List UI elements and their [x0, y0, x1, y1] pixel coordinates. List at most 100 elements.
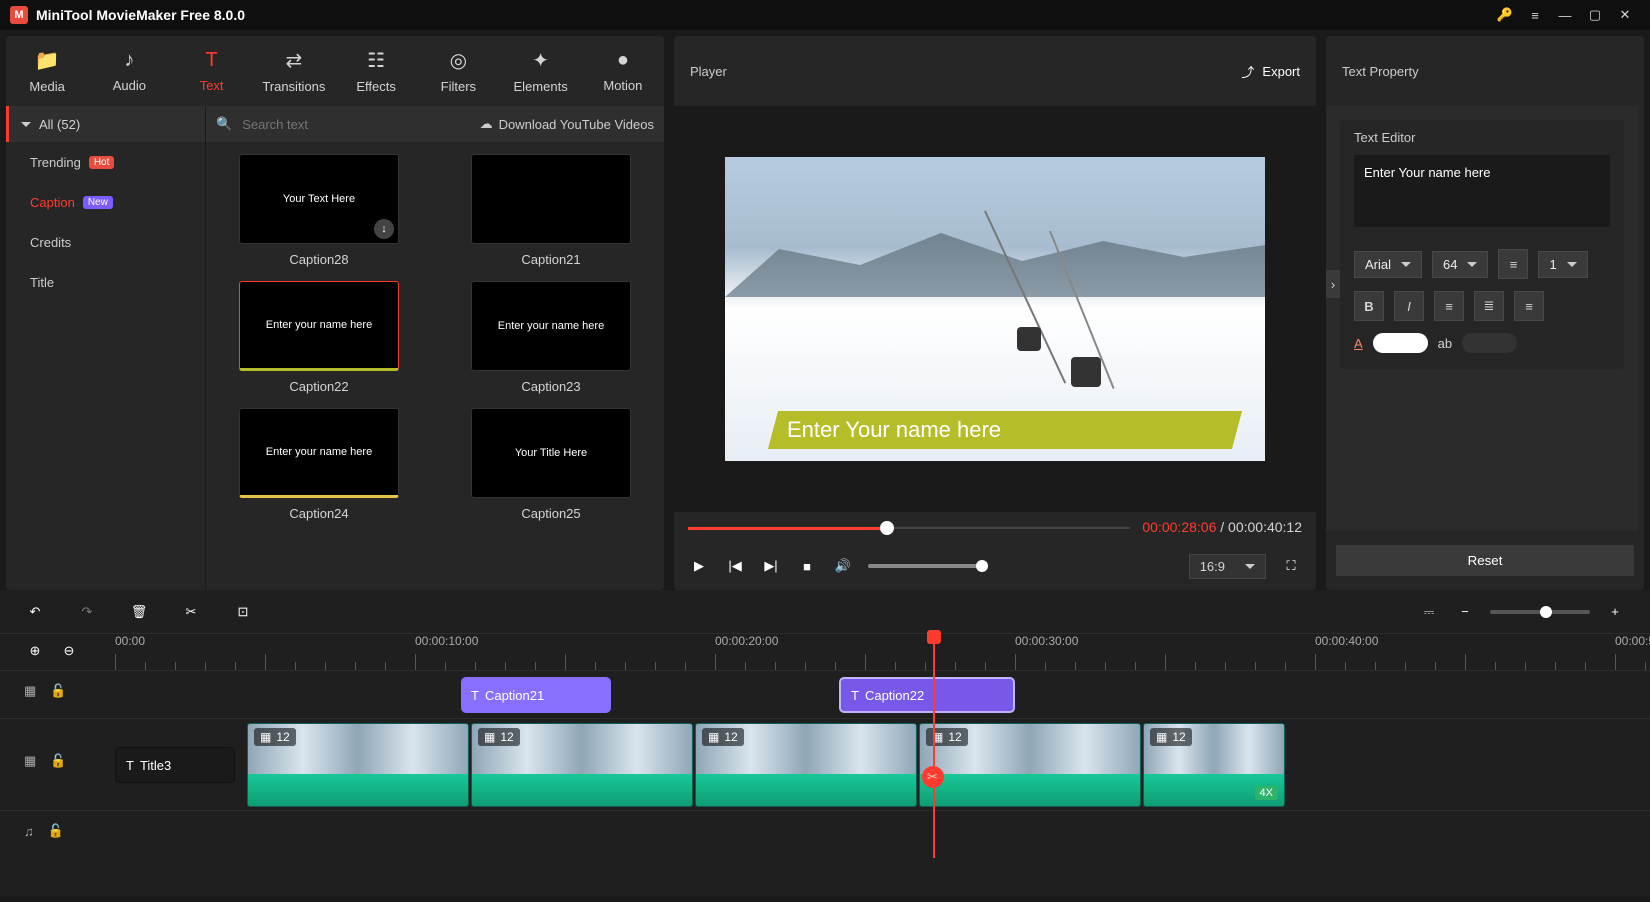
category-title[interactable]: Title: [6, 262, 205, 302]
text-icon: T: [851, 688, 859, 703]
asset-caption21[interactable]: Caption21: [450, 154, 652, 267]
minimize-button[interactable]: —: [1550, 0, 1580, 30]
lock-icon[interactable]: 🔓: [48, 823, 64, 839]
play-button[interactable]: ▶: [688, 555, 710, 577]
zoom-slider[interactable]: [1490, 610, 1590, 614]
align-left-button[interactable]: ≡: [1434, 291, 1464, 321]
close-button[interactable]: ✕: [1610, 0, 1640, 30]
text-editor-input[interactable]: Enter Your name here: [1354, 155, 1610, 227]
highlight-color-swatch[interactable]: [1462, 333, 1517, 353]
asset-caption23[interactable]: Enter your name hereCaption23: [450, 281, 652, 394]
app-title: MiniTool MovieMaker Free 8.0.0: [36, 7, 1490, 23]
film-icon: ▦: [1156, 730, 1167, 744]
search-input[interactable]: [242, 117, 469, 132]
download-youtube-button[interactable]: ☁ Download YouTube Videos: [480, 116, 654, 132]
video-clip[interactable]: ▦12: [247, 723, 469, 807]
caption-overlay: Enter Your name here: [768, 411, 1242, 449]
tab-transitions[interactable]: ⇄Transitions: [253, 36, 335, 106]
video-clip[interactable]: ▦124X: [1143, 723, 1285, 807]
tab-elements[interactable]: ✦Elements: [500, 36, 582, 106]
tab-motion[interactable]: ●Motion: [582, 36, 664, 106]
clip-title[interactable]: TTitle3: [115, 747, 235, 783]
seek-bar[interactable]: 00:00:28:06 / 00:00:40:12: [674, 512, 1316, 542]
aspect-ratio-select[interactable]: 16:9: [1189, 554, 1266, 579]
text-color-swatch[interactable]: [1373, 333, 1428, 353]
next-button[interactable]: ▶|: [760, 555, 782, 577]
tab-text[interactable]: TText: [171, 36, 253, 106]
player-title: Player: [690, 64, 1241, 79]
undo-button[interactable]: ↶: [24, 601, 46, 623]
font-size-select[interactable]: 64: [1432, 251, 1488, 278]
volume-icon[interactable]: 🔊: [832, 555, 854, 577]
asset-caption22[interactable]: Enter your name hereCaption22: [218, 281, 420, 394]
align-center-button[interactable]: ≣: [1474, 291, 1504, 321]
add-track-button[interactable]: ⊕: [24, 640, 46, 662]
clip-caption21[interactable]: TCaption21: [461, 677, 611, 713]
timeline-ruler[interactable]: 00:0000:00:10:0000:00:20:0000:00:30:0000…: [115, 634, 1650, 670]
collapse-button[interactable]: ›: [1326, 270, 1340, 298]
crop-button[interactable]: ⊡: [232, 601, 254, 623]
reset-button[interactable]: Reset: [1336, 545, 1634, 576]
audio-track[interactable]: ♫🔓: [0, 810, 1650, 858]
clip-caption22[interactable]: TCaption22: [839, 677, 1015, 713]
snap-button[interactable]: ⎓: [1418, 601, 1440, 623]
asset-caption24[interactable]: Enter your name hereCaption24: [218, 408, 420, 521]
stop-button[interactable]: ■: [796, 555, 818, 577]
asset-caption28[interactable]: Your Text Here↓Caption28: [218, 154, 420, 267]
asset-caption25[interactable]: Your Title HereCaption25: [450, 408, 652, 521]
remove-track-button[interactable]: ⊖: [58, 640, 80, 662]
tab-filters[interactable]: ◎Filters: [417, 36, 499, 106]
key-icon[interactable]: 🔑: [1490, 0, 1520, 30]
category-credits[interactable]: Credits: [6, 222, 205, 262]
fullscreen-button[interactable]: ⛶: [1280, 555, 1302, 577]
line-spacing-select[interactable]: 1: [1538, 251, 1587, 278]
italic-button[interactable]: I: [1394, 291, 1424, 321]
video-clip[interactable]: ▦12: [919, 723, 1141, 807]
title-bar: M MiniTool MovieMaker Free 8.0.0 🔑 ≡ — ▢…: [0, 0, 1650, 30]
export-icon: ⤴: [1241, 62, 1254, 81]
maximize-button[interactable]: ▢: [1580, 0, 1610, 30]
video-clip[interactable]: ▦12: [695, 723, 917, 807]
category-trending[interactable]: TrendingHot: [6, 142, 205, 182]
text-track[interactable]: ▦ 🔓 TCaption21 TCaption22: [0, 670, 1650, 718]
cut-marker-icon[interactable]: ✂: [922, 766, 944, 788]
category-caption[interactable]: CaptionNew: [6, 182, 205, 222]
split-button[interactable]: ✂: [180, 601, 202, 623]
video-clip[interactable]: ▦12: [471, 723, 693, 807]
playhead[interactable]: [933, 634, 935, 858]
track-icon: ▦: [24, 753, 36, 769]
current-time: 00:00:28:06: [1142, 519, 1216, 535]
zoom-in-button[interactable]: +: [1604, 601, 1626, 623]
player-stage[interactable]: Enter Your name here: [674, 106, 1316, 512]
line-spacing-icon[interactable]: ≡: [1498, 249, 1528, 279]
align-right-button[interactable]: ≡: [1514, 291, 1544, 321]
zoom-out-button[interactable]: −: [1454, 601, 1476, 623]
bold-button[interactable]: B: [1354, 291, 1384, 321]
video-preview: Enter Your name here: [725, 157, 1265, 461]
film-icon: ▦: [484, 730, 495, 744]
lock-icon[interactable]: 🔓: [50, 753, 66, 769]
property-panel: Text Property › Text Editor Enter Your n…: [1326, 36, 1644, 590]
category-all[interactable]: All (52): [6, 106, 205, 142]
tab-effects[interactable]: ☷Effects: [335, 36, 417, 106]
track-icon: ▦: [24, 683, 36, 699]
prev-button[interactable]: |◀: [724, 555, 746, 577]
text-icon: T: [126, 758, 134, 773]
redo-button[interactable]: ↷: [76, 601, 98, 623]
lock-icon[interactable]: 🔓: [50, 683, 66, 699]
text-icon: T: [471, 688, 479, 703]
tab-media[interactable]: 📁Media: [6, 36, 88, 106]
film-icon: ▦: [260, 730, 271, 744]
player-panel: Player ⤴ Export Enter Your name here 00:…: [674, 36, 1316, 590]
library-panel: 📁Media♪AudioTText⇄Transitions☷Effects◎Fi…: [6, 36, 664, 590]
highlight-label: ab: [1438, 336, 1452, 351]
export-button[interactable]: ⤴ Export: [1241, 62, 1300, 81]
tab-audio[interactable]: ♪Audio: [88, 36, 170, 106]
video-track[interactable]: ▦🔓 TTitle3▦12▦12▦12▦12▦124X: [0, 718, 1650, 810]
search-icon: 🔍: [216, 116, 232, 132]
download-icon[interactable]: ↓: [374, 219, 394, 239]
menu-icon[interactable]: ≡: [1520, 0, 1550, 30]
font-select[interactable]: Arial: [1354, 251, 1422, 278]
delete-button[interactable]: 🗑: [128, 601, 150, 623]
volume-slider[interactable]: [868, 564, 988, 568]
